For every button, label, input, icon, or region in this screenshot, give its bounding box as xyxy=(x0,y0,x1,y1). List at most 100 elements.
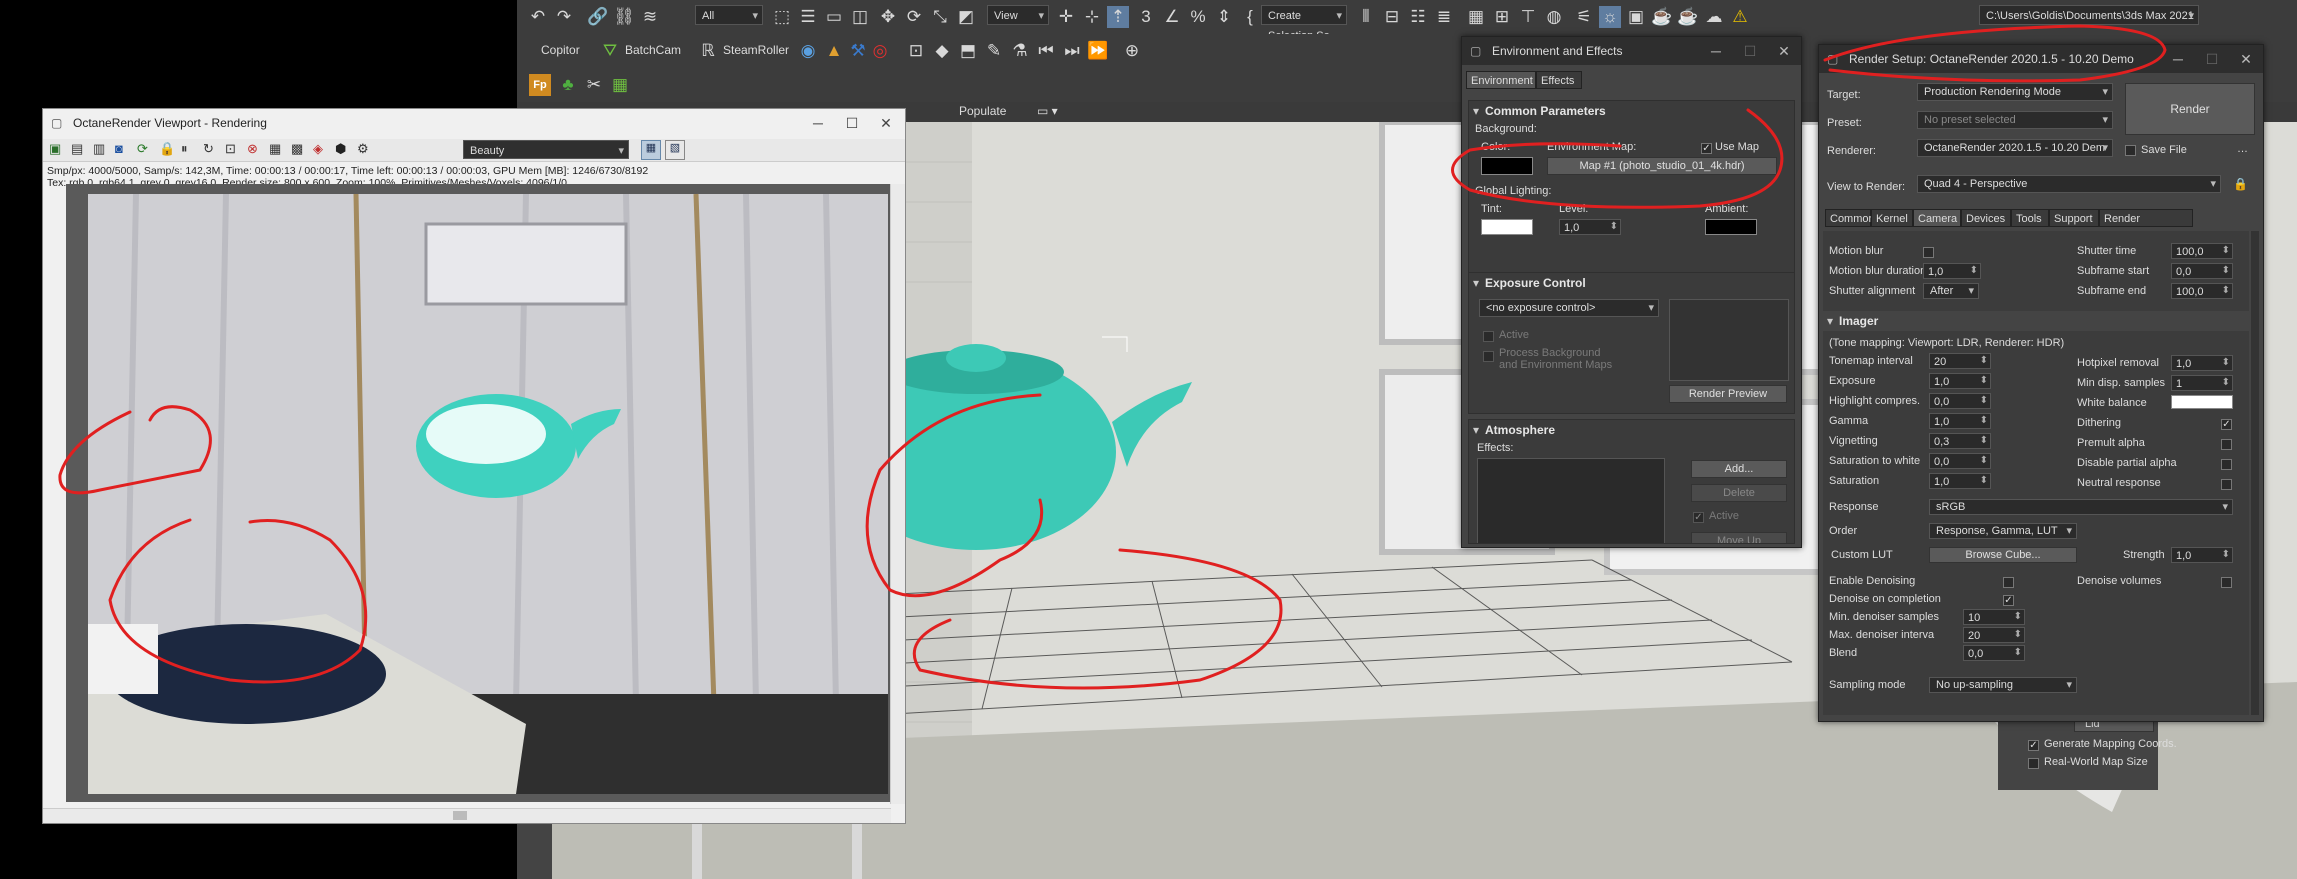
order-dropdown[interactable]: Response, Gamma, LUT xyxy=(1929,523,2077,539)
copy-icon[interactable]: ▥ xyxy=(93,141,105,157)
picker-icon[interactable]: ⊗ xyxy=(247,141,258,157)
ribbon-icon[interactable]: ▦ xyxy=(1465,6,1487,28)
view-to-render-dropdown[interactable]: Quad 4 - Perspective xyxy=(1917,175,2221,193)
render-setup-icon[interactable]: ⚟ xyxy=(1573,6,1595,28)
subframe-start-spinner[interactable]: 0,0 xyxy=(2171,263,2233,279)
min-disp-samples-spinner[interactable]: 1 xyxy=(2171,375,2233,391)
shutter-time-spinner[interactable]: 100,0 xyxy=(2171,243,2233,259)
renderer-dropdown[interactable]: OctaneRender 2020.1.5 - 10.20 Dem xyxy=(1917,139,2113,157)
tab-effects[interactable]: Effects xyxy=(1536,71,1582,89)
ambient-color-swatch[interactable] xyxy=(1705,219,1757,235)
imager-header[interactable]: Imager xyxy=(1823,311,2249,331)
named-selection-icon[interactable]: { xyxy=(1239,6,1261,28)
octane-viewport-window[interactable]: ▢ OctaneRender Viewport - Rendering ─ ☐ … xyxy=(42,108,906,824)
refresh-icon[interactable]: ↻ xyxy=(203,141,214,157)
align-icon[interactable]: ⊟ xyxy=(1381,6,1403,28)
angle-snap-icon[interactable]: ∠ xyxy=(1161,6,1183,28)
imager-param-spinner[interactable]: 0,0 xyxy=(1929,453,1991,469)
min-denoiser-samples-spinner[interactable]: 10 xyxy=(1963,609,2025,625)
render-setup-dialog[interactable]: ▢ Render Setup: OctaneRender 2020.1.5 - … xyxy=(1818,44,2264,722)
settings-gear-icon[interactable]: ⚙ xyxy=(357,141,369,157)
tab-render-elements[interactable]: Render Elements xyxy=(2099,209,2193,243)
imager-param-spinner[interactable]: 0,3 xyxy=(1929,433,1991,449)
next-icon[interactable]: ⏩ xyxy=(1087,40,1109,62)
denoise-on-completion-checkbox[interactable]: ✓ xyxy=(2003,595,2014,606)
imager-param-spinner[interactable]: 1,0 xyxy=(1929,373,1991,389)
spinner-snap-icon[interactable]: ⇕ xyxy=(1213,6,1235,28)
grid-tool-icon[interactable]: ▦ xyxy=(609,74,631,96)
lock-view-icon[interactable]: 🔒 xyxy=(2233,177,2248,191)
fp-icon[interactable]: Fp xyxy=(529,74,551,96)
unlink-icon[interactable]: ⛓ xyxy=(613,6,635,28)
tint-color-swatch[interactable] xyxy=(1481,219,1533,235)
brush-icon[interactable]: ✎ xyxy=(983,40,1005,62)
enable-denoising-checkbox[interactable] xyxy=(2003,577,2014,588)
octane-viewport-titlebar[interactable]: ▢ OctaneRender Viewport - Rendering ─ ☐ … xyxy=(43,109,905,137)
horizontal-scroll-thumb[interactable] xyxy=(453,811,467,820)
manipulate-icon[interactable]: ⊹ xyxy=(1081,6,1103,28)
render-preview-button[interactable]: Render Preview xyxy=(1669,385,1787,403)
render-setup-scrollbar[interactable] xyxy=(2251,231,2259,715)
subframe-end-spinner[interactable]: 100,0 xyxy=(2171,283,2233,299)
shutter-alignment-dropdown[interactable]: After xyxy=(1923,283,1979,299)
strength-spinner[interactable]: 1,0 xyxy=(2171,547,2233,563)
populate-tab[interactable]: Populate xyxy=(959,104,1006,118)
effects-list[interactable] xyxy=(1477,458,1665,543)
motion-blur-duration-spinner[interactable]: 1,0 xyxy=(1923,263,1981,279)
clay-icon[interactable]: ▩ xyxy=(291,141,303,157)
camera-icon[interactable]: ⊡ xyxy=(905,40,927,62)
env-close-button[interactable]: ✕ xyxy=(1767,37,1801,65)
process-bg-checkbox[interactable] xyxy=(1483,351,1494,362)
move-icon[interactable]: ✥ xyxy=(877,6,899,28)
render-image[interactable] xyxy=(66,184,904,802)
pyramid-icon[interactable]: ▲ xyxy=(823,40,845,62)
tree-icon[interactable]: ♣ xyxy=(557,74,579,96)
scene-explorer-icon[interactable]: ☷ xyxy=(1407,6,1429,28)
target-dropdown[interactable]: Production Rendering Mode xyxy=(1917,83,2113,101)
preset-dropdown[interactable]: No preset selected xyxy=(1917,111,2113,129)
max-denoiser-interval-spinner[interactable]: 20 xyxy=(1963,627,2025,643)
exposure-type-dropdown[interactable]: <no exposure control> xyxy=(1479,299,1659,317)
delete-effect-button[interactable]: Delete xyxy=(1691,484,1787,502)
common-parameters-header[interactable]: Common Parameters xyxy=(1469,101,1794,121)
keyboard-shortcut-icon[interactable]: ⇡ xyxy=(1107,6,1129,28)
tab-support[interactable]: Support xyxy=(2049,209,2099,227)
curve-editor-icon[interactable]: ⊞ xyxy=(1491,6,1513,28)
dithering-checkbox[interactable]: ✓ xyxy=(2221,419,2232,430)
more-options-icon[interactable]: … xyxy=(2237,143,2248,155)
neutral-response-checkbox[interactable] xyxy=(2221,479,2232,490)
blend-spinner[interactable]: 0,0 xyxy=(1963,645,2025,661)
scale-icon[interactable]: ⤡ xyxy=(929,6,951,28)
level-spinner[interactable]: 1,0 xyxy=(1559,219,1621,235)
exposure-control-header[interactable]: Exposure Control xyxy=(1469,273,1794,293)
use-map-checkbox[interactable]: ✓ xyxy=(1701,143,1712,154)
object-icon[interactable]: ◆ xyxy=(931,40,953,62)
qr-icon[interactable]: ◉ xyxy=(797,40,819,62)
render-setup-titlebar[interactable]: ▢ Render Setup: OctaneRender 2020.1.5 - … xyxy=(1819,45,2263,73)
effect-active-checkbox[interactable]: ✓ xyxy=(1693,512,1704,523)
steamroller-icon[interactable]: ℝ xyxy=(697,40,719,62)
real-world-checkbox[interactable] xyxy=(2028,758,2039,769)
sample-icon[interactable]: ⚗ xyxy=(1009,40,1031,62)
pause-icon[interactable]: ⏸ xyxy=(181,141,188,157)
move-up-button[interactable]: Move Up xyxy=(1691,532,1787,543)
mirror-icon[interactable]: ⫴ xyxy=(1355,6,1377,28)
reference-coord-dropdown[interactable]: View xyxy=(987,5,1049,26)
schematic-view-icon[interactable]: ⊤ xyxy=(1517,6,1539,28)
layer-explorer-icon[interactable]: ≣ xyxy=(1433,6,1455,28)
tab-devices[interactable]: Devices xyxy=(1961,209,2011,227)
render-activeshade-icon[interactable]: ☕ xyxy=(1677,6,1699,28)
rs-maximize-button[interactable]: ☐ xyxy=(2195,45,2229,73)
region-icon[interactable]: ⊡ xyxy=(225,141,236,157)
snap-toggle-icon[interactable]: 3 xyxy=(1135,6,1157,28)
maximize-button[interactable]: ☐ xyxy=(835,109,869,137)
render-online-icon[interactable]: ☁ xyxy=(1703,6,1725,28)
copitor-label[interactable]: Copitor xyxy=(541,43,580,57)
create-selection-set-dropdown[interactable]: Create Selection Se xyxy=(1261,5,1347,42)
render-pass-dropdown[interactable]: Beauty xyxy=(463,140,629,161)
select-by-name-icon[interactable]: ☰ xyxy=(797,6,819,28)
minimize-button[interactable]: ─ xyxy=(801,109,835,137)
vertical-scrollbar[interactable] xyxy=(890,184,905,804)
restart-icon[interactable]: ⟳ xyxy=(137,141,148,157)
film-icon[interactable]: ▦ xyxy=(269,141,281,157)
